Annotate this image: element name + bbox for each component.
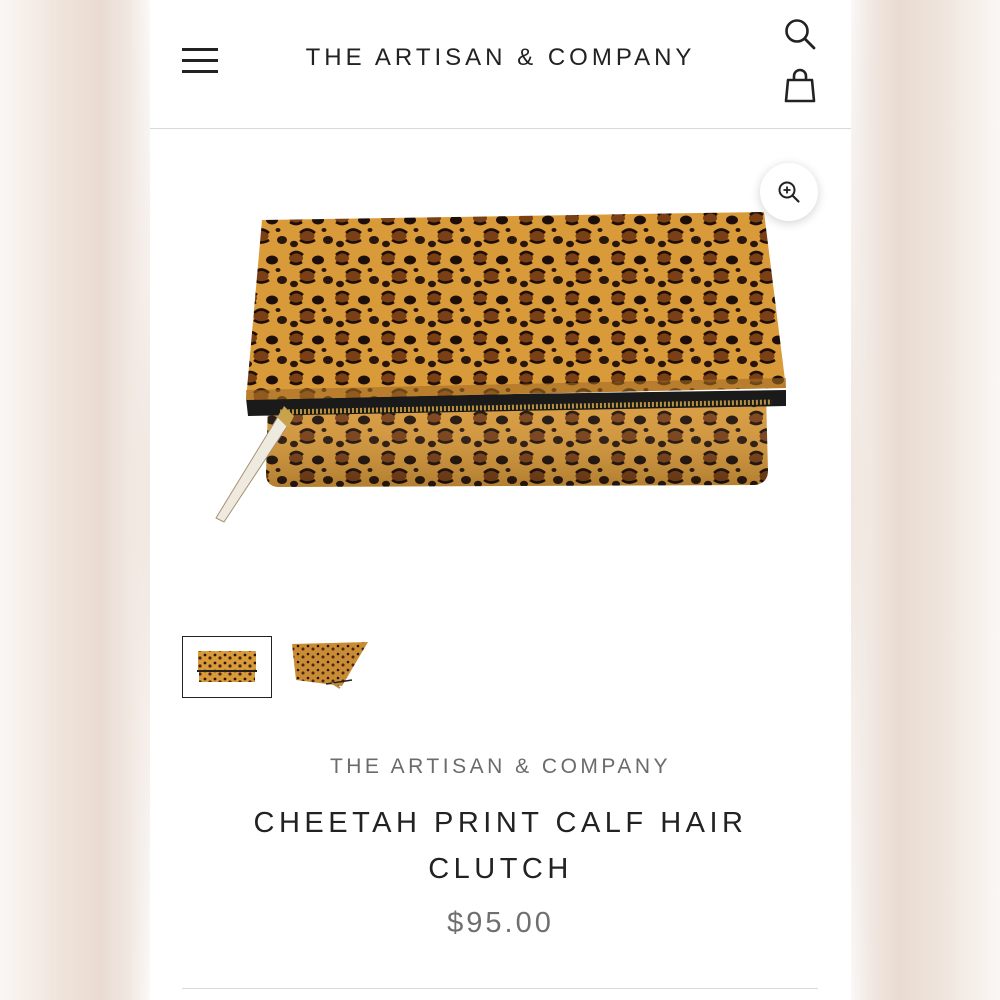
divider [182,988,818,989]
product-title: CHEETAH PRINT CALF HAIR CLUTCH [253,807,748,885]
thumbnail-angled[interactable] [286,636,376,698]
product-image[interactable] [150,130,851,610]
site-brand[interactable]: THE ARTISAN & COMPANY [150,44,851,72]
thumbnail-front[interactable] [182,636,272,698]
shopping-bag-icon[interactable] [783,67,817,105]
search-icon[interactable] [783,17,817,51]
product-vendor[interactable]: THE ARTISAN & COMPANY [150,755,851,779]
zoom-button[interactable] [760,163,818,221]
zoom-in-icon [778,181,800,203]
product-price: $95.00 [447,907,554,939]
mobile-product-page: THE ARTISAN & COMPANY THE ARTISAN & COMP… [150,0,851,1000]
site-header: THE ARTISAN & COMPANY [150,0,851,129]
